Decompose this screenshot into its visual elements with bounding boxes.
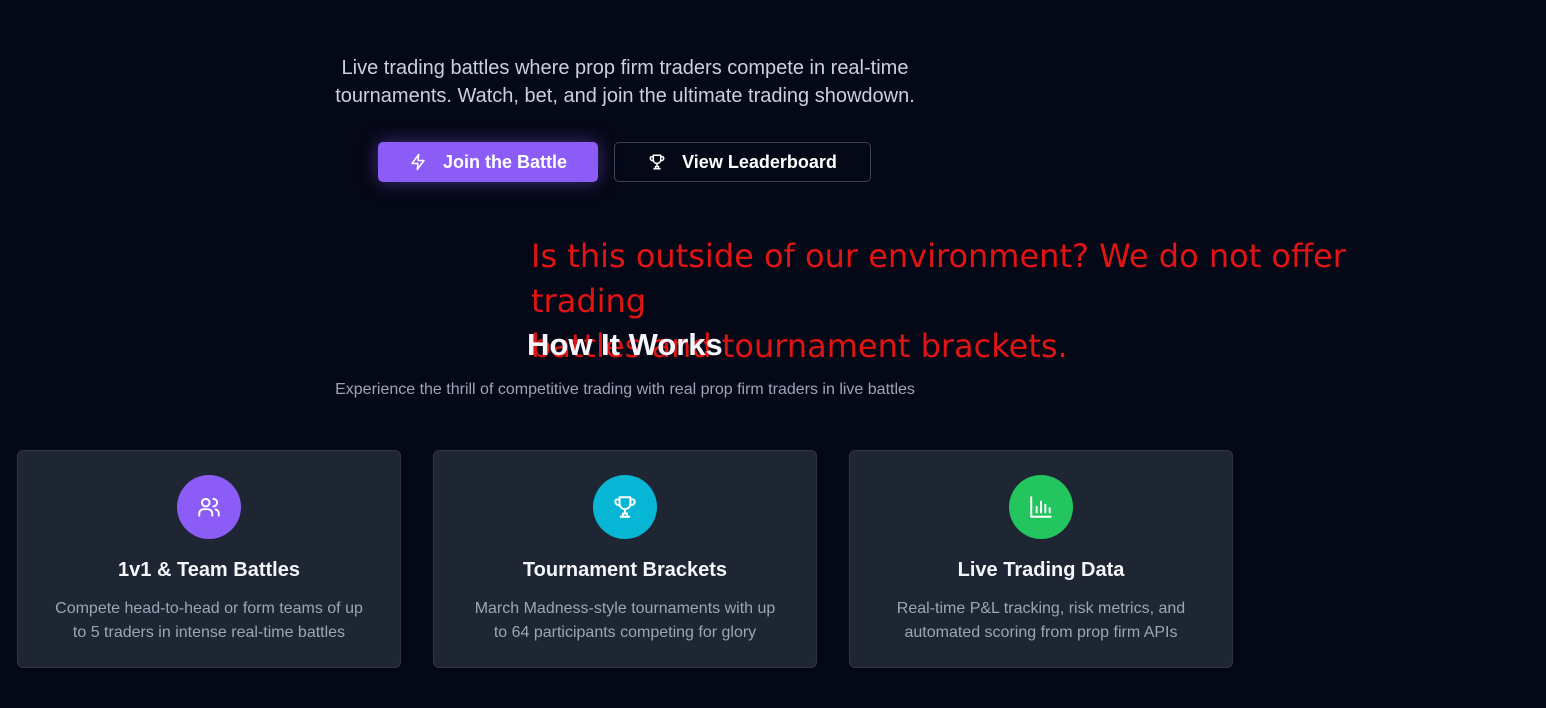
users-icon [177,475,241,539]
feature-card-title: Tournament Brackets [522,559,728,581]
feature-card-title: Live Trading Data [957,559,1125,581]
feature-card-battles: 1v1 & Team Battles Compete head-to-head … [17,450,401,668]
feature-card-text-line-2: automated scoring from prop firm APIs [904,624,1178,641]
feature-card-text-line-2: to 64 participants competing for glory [493,624,757,641]
feature-card-text: March Madness-style tournaments with up … [450,597,800,645]
join-battle-button[interactable]: Join the Battle [378,142,598,182]
feature-card-live-data: Live Trading Data Real-time P&L tracking… [849,450,1233,668]
feature-card-brackets: Tournament Brackets March Madness-style … [433,450,817,668]
feature-card-text: Real-time P&L tracking, risk metrics, an… [866,597,1216,645]
hero-subtitle-line-2: tournaments. Watch, bet, and join the ul… [335,85,915,107]
annotation-line-1: Is this outside of our environment? We d… [531,237,1346,320]
feature-card-text-line-1: Compete head-to-head or form teams of up [55,600,363,617]
feature-card-title: 1v1 & Team Battles [118,559,300,581]
page: Live trading battles where prop firm tra… [0,0,1546,708]
feature-card-text-line-1: Real-time P&L tracking, risk metrics, an… [896,600,1186,617]
how-it-works-description: Experience the thrill of competitive tra… [335,381,915,398]
feature-card-text-line-1: March Madness-style tournaments with up [474,600,776,617]
trophy-icon [648,153,666,171]
feature-card-text: Compete head-to-head or form teams of up… [34,597,384,645]
how-it-works-title: How It Works [527,327,723,362]
view-leaderboard-button[interactable]: View Leaderboard [614,142,871,182]
lightning-icon [409,153,427,171]
feature-card-text-line-2: to 5 traders in intense real-time battle… [72,624,346,641]
trophy-icon [593,475,657,539]
hero-subtitle: Live trading battles where prop firm tra… [300,54,950,110]
hero-subtitle-line-1: Live trading battles where prop firm tra… [341,57,909,79]
join-battle-label: Join the Battle [442,151,567,172]
view-leaderboard-label: View Leaderboard [682,151,837,172]
bar-chart-icon [1009,475,1073,539]
